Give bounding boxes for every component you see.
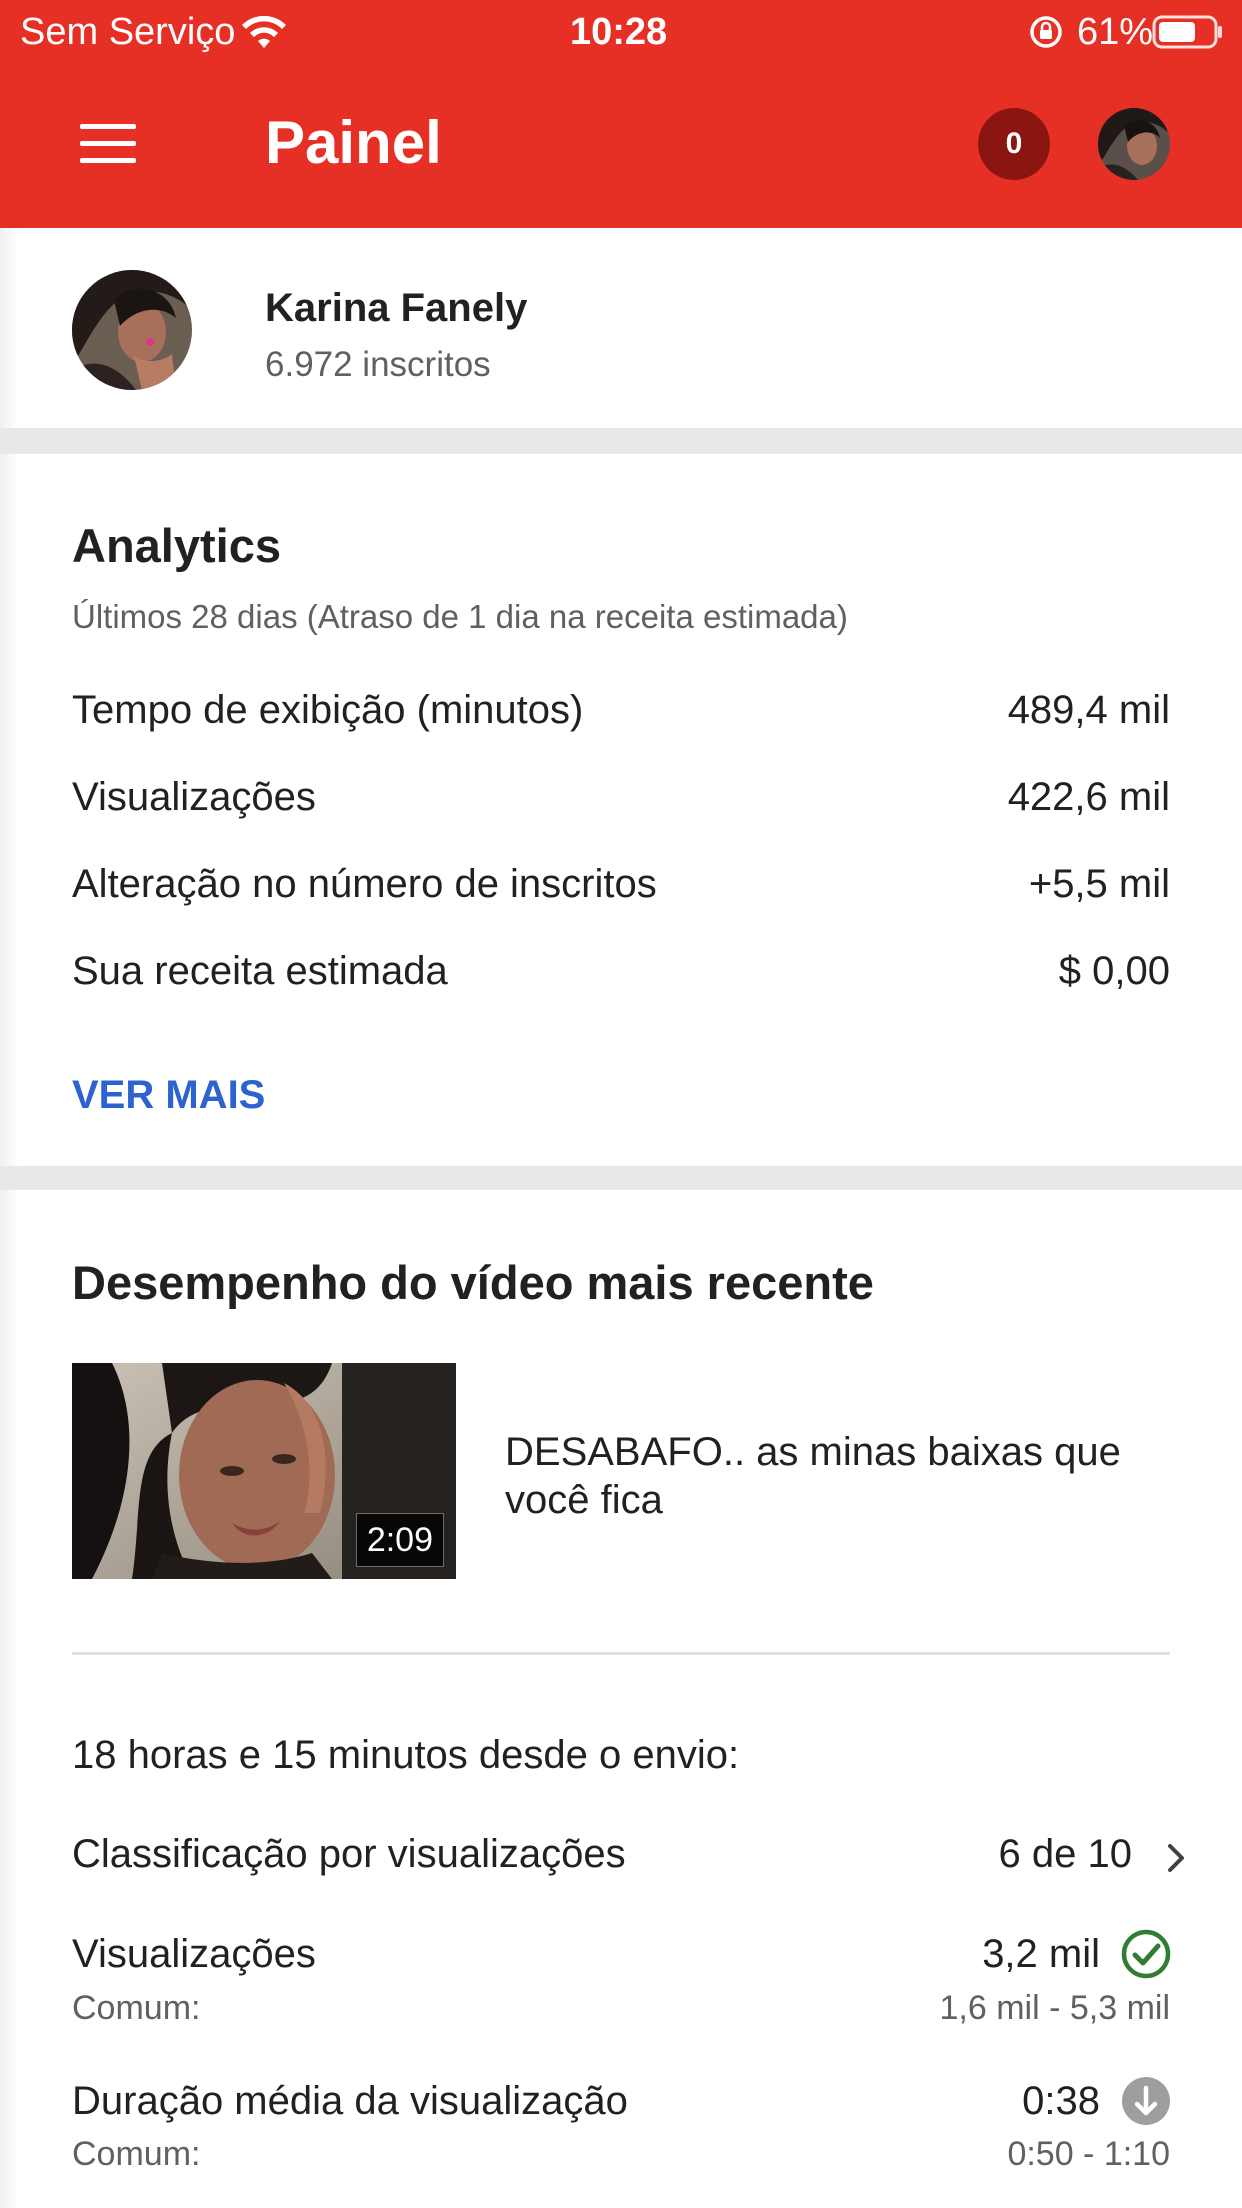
avg-duration-typical-label: Comum: bbox=[72, 2135, 201, 2173]
clock: 10:28 bbox=[570, 11, 668, 53]
app-screen: Sem Serviço 10:28 61% Painel 0 Karina Fa… bbox=[0, 0, 1242, 2208]
analytics-period: Últimos 28 dias (Atraso de 1 dia na rece… bbox=[72, 598, 848, 635]
metric-label: Alteração no número de inscritos bbox=[72, 862, 657, 906]
video-duration: 2:09 bbox=[355, 1513, 444, 1567]
avg-duration-typical-range: 0:50 - 1:10 bbox=[1007, 2135, 1170, 2173]
metric-label: Sua receita estimada bbox=[72, 949, 448, 993]
section-divider bbox=[0, 1166, 1242, 1190]
channel-name: Karina Fanely bbox=[265, 286, 528, 330]
avg-duration-label: Duração média da visualização bbox=[72, 2079, 628, 2123]
channel-avatar[interactable] bbox=[72, 270, 192, 390]
views-value: 3,2 mil bbox=[982, 1932, 1100, 1976]
ranking-value: 6 de 10 bbox=[998, 1832, 1132, 1876]
battery-percentage: 61% bbox=[1077, 11, 1154, 53]
since-upload-text: 18 horas e 15 minutos desde o envio: bbox=[72, 1733, 740, 1777]
notification-badge[interactable]: 0 bbox=[978, 108, 1050, 180]
section-divider bbox=[0, 428, 1242, 454]
metric-label: Tempo de exibição (minutos) bbox=[72, 688, 584, 732]
metric-label: Visualizações bbox=[72, 775, 316, 819]
ranking-label: Classificação por visualizações bbox=[72, 1832, 626, 1876]
side-shadow bbox=[0, 228, 18, 2208]
subscriber-count: 6.972 inscritos bbox=[265, 345, 491, 384]
hamburger-menu-icon[interactable] bbox=[80, 124, 136, 164]
rotation-lock-icon bbox=[1030, 16, 1062, 48]
account-avatar[interactable] bbox=[1098, 108, 1170, 180]
battery-icon bbox=[1152, 15, 1222, 49]
page-title: Painel bbox=[265, 109, 442, 176]
metric-value: $ 0,00 bbox=[1058, 949, 1170, 993]
chevron-right-icon bbox=[1168, 1844, 1184, 1872]
views-typical-range: 1,6 mil - 5,3 mil bbox=[939, 1989, 1171, 2027]
carrier-label: Sem Serviço bbox=[20, 11, 236, 53]
arrow-down-circle-icon bbox=[1122, 2077, 1170, 2125]
views-label: Visualizações bbox=[72, 1932, 316, 1976]
ranking-row[interactable]: Classificação por visualizações 6 de 10 bbox=[0, 1820, 1242, 1890]
recent-video-title: Desempenho do vídeo mais recente bbox=[72, 1256, 874, 1309]
divider-line bbox=[72, 1652, 1170, 1655]
video-title[interactable]: DESABAFO.. as minas baixas que você fica bbox=[505, 1428, 1185, 1524]
check-circle-icon bbox=[1121, 1929, 1171, 1979]
analytics-title: Analytics bbox=[72, 519, 281, 572]
views-typical-label: Comum: bbox=[72, 1989, 201, 2027]
avg-duration-value: 0:38 bbox=[1022, 2079, 1100, 2123]
app-header: Sem Serviço 10:28 61% Painel 0 bbox=[0, 0, 1242, 228]
metric-value: 489,4 mil bbox=[1007, 688, 1170, 732]
wifi-icon bbox=[242, 15, 286, 48]
metric-value: +5,5 mil bbox=[1028, 862, 1170, 906]
metric-value: 422,6 mil bbox=[1007, 775, 1170, 819]
see-more-link[interactable]: VER MAIS bbox=[72, 1071, 265, 1119]
video-thumbnail[interactable]: 2:09 bbox=[72, 1363, 456, 1579]
